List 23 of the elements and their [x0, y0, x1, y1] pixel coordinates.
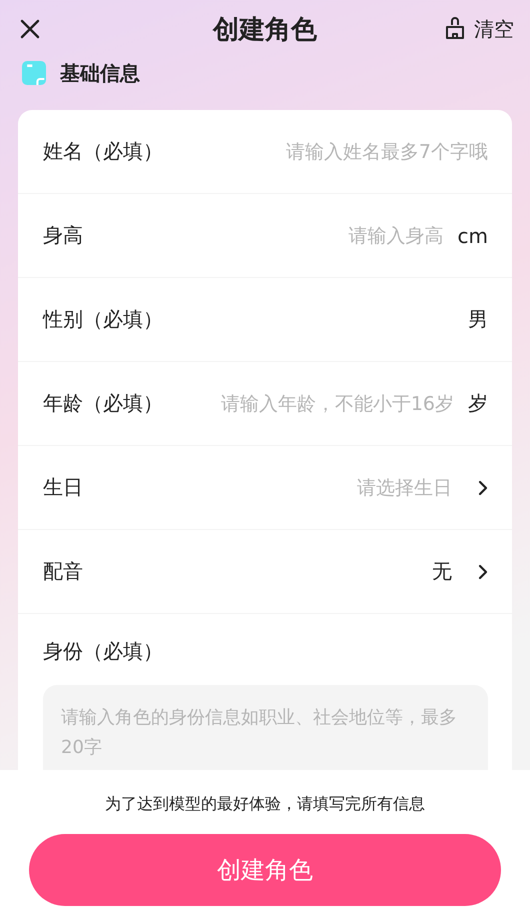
field-label: 年龄（必填）	[43, 390, 163, 417]
unit-label: cm	[458, 224, 488, 248]
card-icon	[22, 61, 46, 85]
input-field[interactable]: 请输入身高	[97, 224, 444, 246]
hint-text: 为了达到模型的最好体验，请填写完所有信息	[105, 794, 425, 815]
field-label: 身份（必填）	[43, 638, 164, 665]
unit-label: 岁	[468, 390, 488, 417]
field-label: 姓名（必填）	[43, 138, 163, 165]
input-field[interactable]: 请输入年龄，不能小于16岁	[177, 392, 454, 414]
picker-value[interactable]: 无	[432, 558, 452, 585]
field-label: 配音	[43, 558, 83, 585]
clear-button[interactable]: 清空	[444, 16, 514, 42]
field-value[interactable]: 男	[468, 306, 488, 333]
field-label: 性别（必填）	[43, 306, 163, 333]
close-icon[interactable]	[20, 19, 40, 39]
page-title: 创建角色	[213, 14, 317, 46]
identity-field[interactable]: 请输入角色的身份信息如职业、社会地位等，最多20字	[43, 685, 488, 770]
section-title: 基础信息	[60, 60, 140, 86]
field-label: 身高	[43, 222, 83, 249]
chevron-right-icon	[478, 480, 488, 496]
field-label: 生日	[43, 474, 83, 501]
input-field[interactable]: 请输入姓名最多7个字哦	[177, 140, 488, 162]
chevron-right-icon	[478, 564, 488, 580]
